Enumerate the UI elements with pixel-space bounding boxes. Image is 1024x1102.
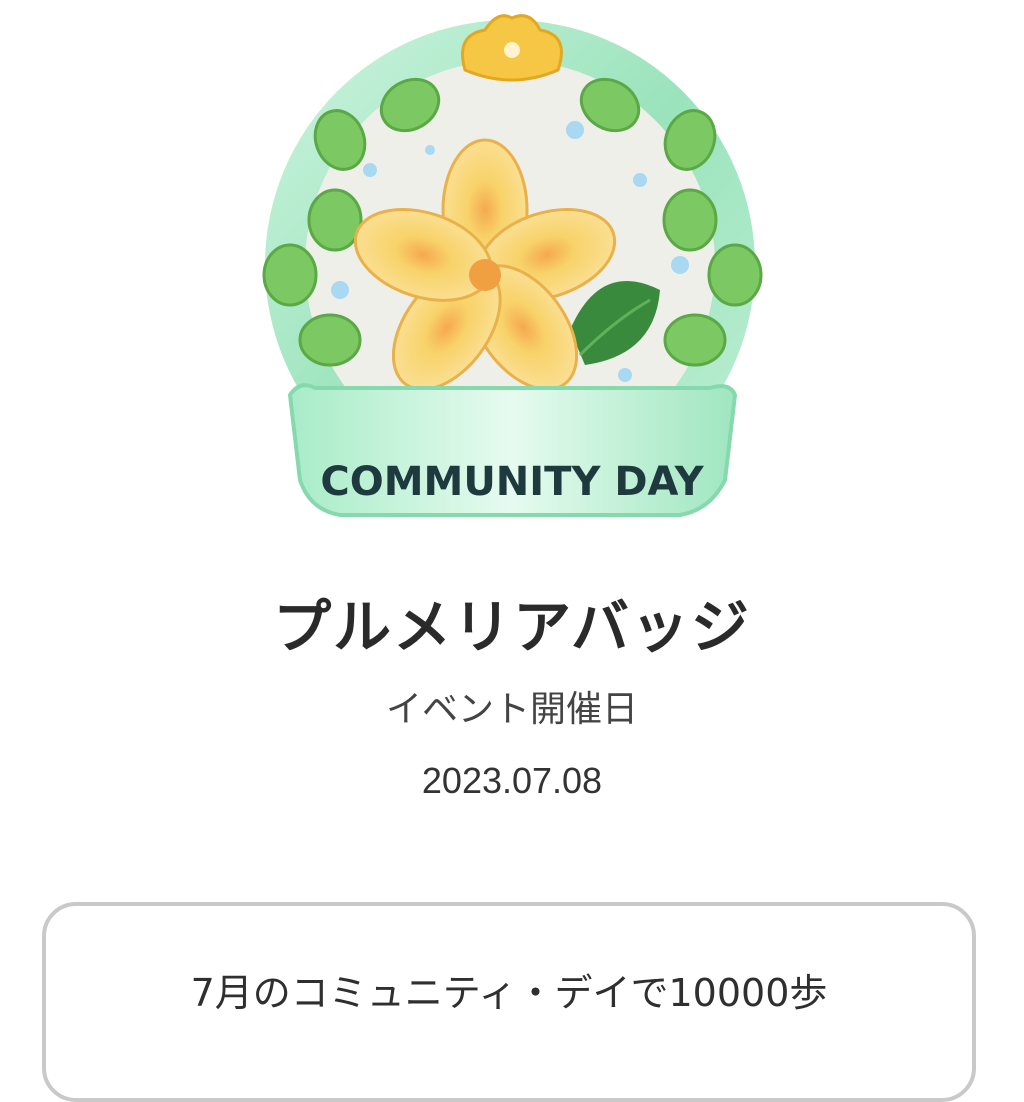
badge-info-card: 7月のコミュニティ・デイで10000歩: [42, 902, 976, 1102]
badge-title: プルメリアバッジ: [273, 593, 751, 661]
plumeria-badge-icon: COMMUNITY DAY: [240, 10, 785, 555]
ribbon-text: COMMUNITY DAY: [320, 459, 704, 505]
event-date-value: 2023.07.08: [421, 760, 603, 801]
event-date-label: イベント開催日: [385, 689, 638, 730]
badge-description: 7月のコミュニティ・デイで10000歩: [190, 971, 828, 1015]
